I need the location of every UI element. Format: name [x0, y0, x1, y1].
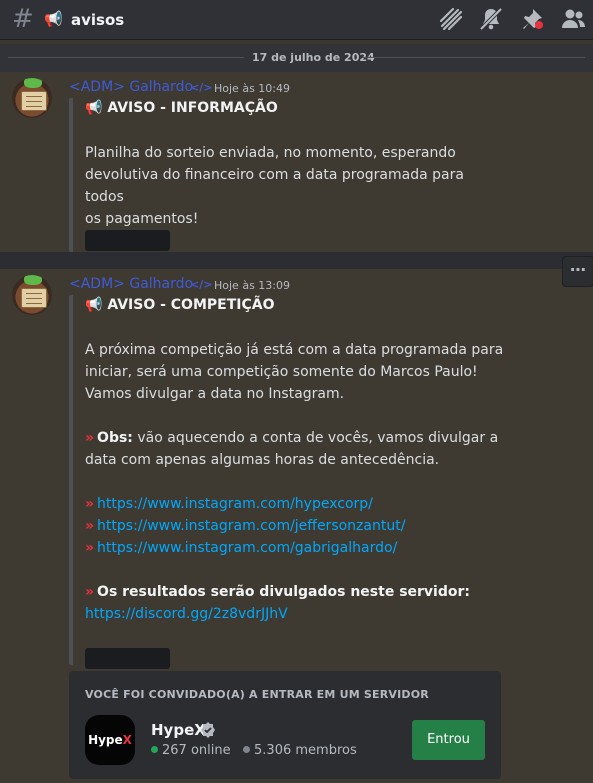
- link-line: » https://www.instagram.com/hypexcorp/: [85, 493, 505, 515]
- divider-line-right: [362, 57, 585, 58]
- joined-button[interactable]: Entrou: [412, 720, 485, 760]
- message-body: A próxima competição já está com a data …: [85, 339, 505, 625]
- double-arrow-icon: »: [85, 496, 94, 512]
- channel-hash-icon: #: [12, 4, 34, 34]
- divider-date: 17 de julho de 2024: [252, 51, 375, 64]
- members-icon[interactable]: [560, 6, 586, 32]
- message-1: <ADM> Galhardo </> Hoje às 10:49 📢 AVISO…: [0, 72, 593, 252]
- mute-bell-icon[interactable]: [478, 6, 504, 32]
- pin-icon[interactable]: [519, 6, 545, 32]
- header-toolbar: [433, 6, 593, 34]
- message-title-text: AVISO - INFORMAÇÃO: [107, 100, 278, 116]
- date-divider: 17 de julho de 2024: [0, 44, 593, 72]
- megaphone-emoji: 📢: [85, 100, 103, 116]
- link-line: » https://www.instagram.com/jeffersonzant…: [85, 515, 505, 537]
- megaphone-emoji: 📢: [85, 297, 103, 313]
- frog-icon: [24, 78, 42, 88]
- threads-icon[interactable]: [438, 6, 464, 32]
- instagram-link[interactable]: https://www.instagram.com/gabrigalhardo/: [97, 540, 397, 556]
- body-line: devolutiva do financeiro com a data prog…: [85, 167, 464, 205]
- member-count: 5.306 membros: [254, 743, 357, 758]
- server-logo-x: X: [122, 733, 132, 747]
- body-line: data com apenas algumas horas de anteced…: [85, 452, 440, 468]
- instagram-link[interactable]: https://www.instagram.com/hypexcorp/: [97, 496, 373, 512]
- developer-badge-icon: </>: [190, 81, 213, 94]
- redacted-block: [85, 230, 170, 251]
- body-line: Vamos divulgar a data no Instagram.: [85, 386, 345, 402]
- message-timestamp: Hoje às 10:49: [214, 82, 290, 95]
- message-gap: [0, 252, 593, 269]
- channel-name: avisos: [71, 11, 125, 29]
- invite-heading: VOCÊ FOI CONVIDADO(A) A ENTRAR EM UM SER…: [85, 688, 429, 701]
- divider-line-left: [8, 57, 244, 58]
- author-name[interactable]: <ADM> Galhardo: [69, 79, 193, 95]
- link-line: » https://www.instagram.com/gabrigalhardo…: [85, 537, 505, 559]
- obs-text: vão aquecendo a conta de vocês, vamos di…: [132, 430, 499, 446]
- avatar[interactable]: [12, 275, 52, 315]
- message-timestamp: Hoje às 13:09: [214, 279, 290, 292]
- megaphone-emoji: 📢: [44, 10, 63, 28]
- developer-badge-icon: </>: [190, 278, 213, 291]
- scroll-icon: [21, 91, 47, 111]
- double-arrow-icon: »: [85, 584, 94, 600]
- more-options-button[interactable]: ⋯: [562, 256, 593, 287]
- server-name[interactable]: HypeX: [151, 721, 206, 739]
- message-title: 📢 AVISO - INFORMAÇÃO: [85, 100, 278, 116]
- message-body: Planilha do sorteio enviada, no momento,…: [85, 142, 505, 230]
- scroll-icon: [21, 288, 47, 308]
- server-stats: 267 online 5.306 membros: [151, 743, 357, 758]
- results-line: » Os resultados serão divulgados neste se…: [85, 581, 505, 603]
- server-invite-card: VOCÊ FOI CONVIDADO(A) A ENTRAR EM UM SER…: [69, 671, 501, 779]
- online-count: 267 online: [162, 743, 231, 758]
- redacted-block: [85, 648, 170, 669]
- body-line: A próxima competição já está com a data …: [85, 342, 504, 358]
- server-logo[interactable]: HypeX: [85, 715, 135, 765]
- body-line: os pagamentos!: [85, 211, 199, 227]
- double-arrow-icon: »: [85, 430, 94, 446]
- double-arrow-icon: »: [85, 540, 94, 556]
- verified-badge-icon: [201, 722, 215, 738]
- message-title: 📢 AVISO - COMPETIÇÃO: [85, 297, 275, 313]
- instagram-link[interactable]: https://www.instagram.com/jeffersonzantu…: [97, 518, 405, 534]
- author-name[interactable]: <ADM> Galhardo: [69, 276, 193, 292]
- members-dot-icon: [243, 746, 251, 753]
- body-line: iniciar, será uma competição somente do …: [85, 364, 478, 380]
- body-line: Planilha do sorteio enviada, no momento,…: [85, 145, 456, 161]
- message-title-text: AVISO - COMPETIÇÃO: [107, 297, 275, 313]
- results-label: Os resultados serão divulgados neste ser…: [97, 584, 470, 600]
- online-dot-icon: [151, 746, 158, 753]
- embed-accent-bar: [69, 295, 73, 665]
- obs-label: Obs:: [97, 430, 133, 446]
- discord-invite-link[interactable]: https://discord.gg/2z8vdrJJhV: [85, 606, 288, 622]
- channel-header: # 📢 avisos: [0, 0, 593, 40]
- obs-line: » Obs: vão aquecendo a conta de vocês, va…: [85, 427, 505, 449]
- avatar[interactable]: [12, 78, 52, 118]
- server-logo-text: Hype: [88, 733, 123, 747]
- embed-accent-bar: [69, 98, 73, 252]
- frog-icon: [24, 275, 42, 285]
- double-arrow-icon: »: [85, 518, 94, 534]
